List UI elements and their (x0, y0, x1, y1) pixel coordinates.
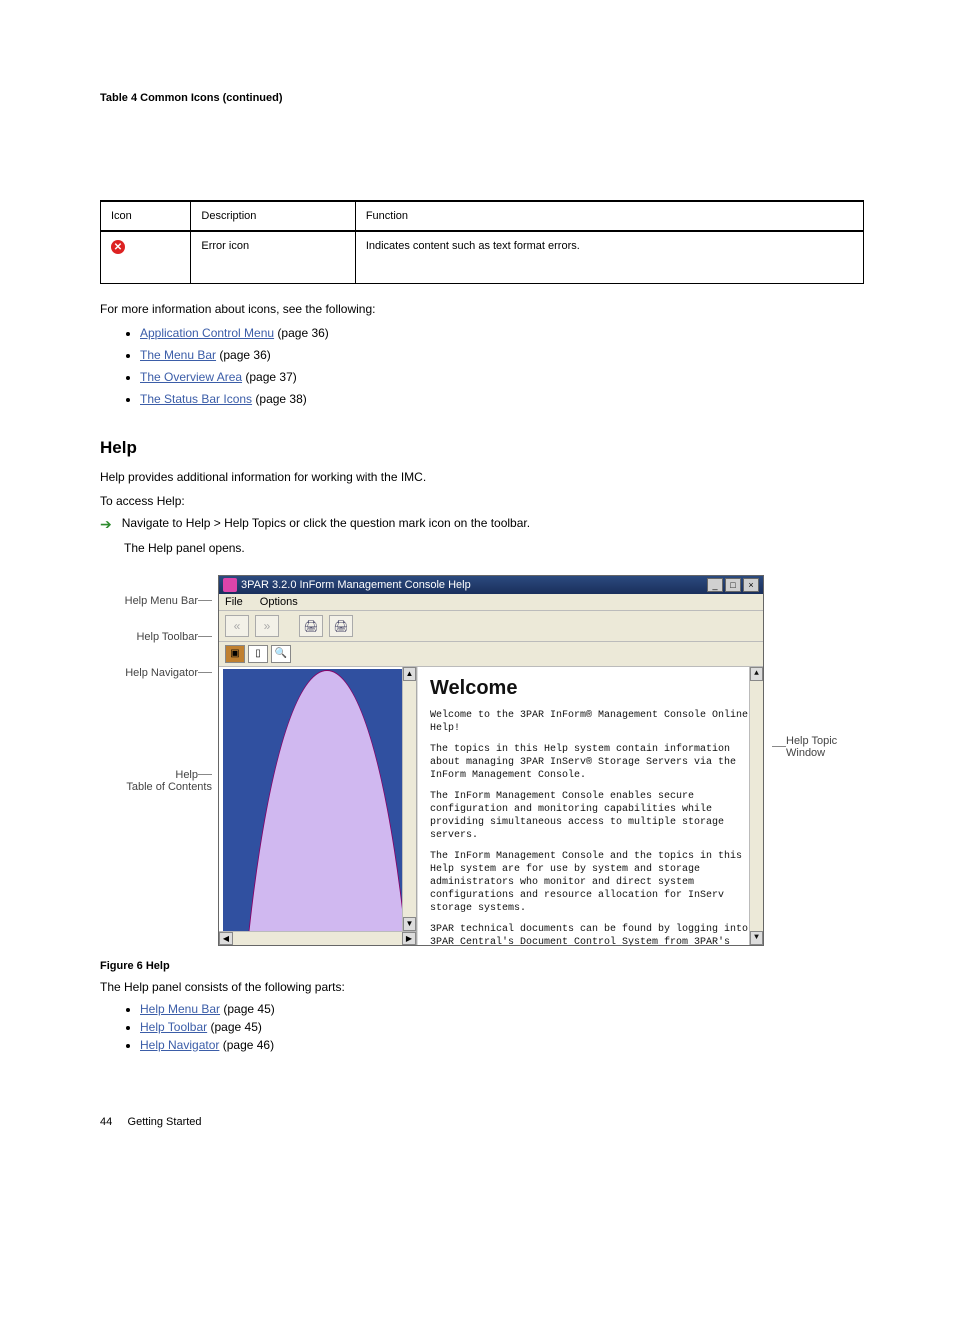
scroll-up-icon[interactable]: ▲ (750, 667, 763, 681)
link-overview-area[interactable]: The Overview Area (140, 370, 242, 384)
help-parts-list: Help Menu Bar (page 45) Help Toolbar (pa… (140, 1002, 864, 1052)
help-content-heading: Welcome (430, 675, 751, 701)
app-icon (223, 578, 237, 592)
scroll-left-icon[interactable]: ◀ (219, 932, 233, 945)
search-tab[interactable]: 🔍 (271, 645, 291, 663)
callout-help-navigator: Help Navigator (125, 667, 198, 679)
print-all-button[interactable]: 🖨 (329, 615, 353, 637)
scroll-right-icon[interactable]: ▶ (402, 932, 416, 945)
maximize-button[interactable]: □ (725, 578, 741, 592)
scroll-down-icon[interactable]: ▼ (750, 931, 763, 945)
help-parts-intro: The Help panel consists of the following… (100, 978, 864, 996)
table-row: ✕ Error icon Indicates content such as t… (101, 231, 864, 283)
help-figure: Help Menu Bar Help Toolbar Help Navigato… (100, 575, 864, 946)
col-func: Function (355, 201, 863, 231)
toc-hscrollbar[interactable]: ◀ ▶ (219, 931, 416, 945)
icons-links-list: Application Control Menu (page 36) The M… (140, 324, 864, 408)
page-icon (231, 670, 417, 945)
menu-file[interactable]: File (225, 596, 243, 608)
page-number: 44 (100, 1116, 112, 1128)
help-section-title: Help (100, 438, 864, 458)
link-status-bar-icons[interactable]: The Status Bar Icons (140, 392, 252, 406)
forward-button[interactable]: » (255, 615, 279, 637)
callout-help-toc-1: Help (175, 769, 198, 781)
callout-help-topic-2: Window (786, 747, 837, 759)
help-content-p4: The InForm Management Console and the to… (430, 850, 751, 915)
print-button[interactable]: 🖨 (299, 615, 323, 637)
help-step: Navigate to Help > Help Topics or click … (122, 516, 530, 530)
link-help-menu-bar[interactable]: Help Menu Bar (140, 1002, 220, 1016)
page-footer: 44 Getting Started (100, 1116, 864, 1128)
list-item: Help Toolbar (page 45) (140, 1020, 864, 1034)
list-item: The Overview Area (page 37) (140, 368, 864, 386)
list-item: Help Menu Bar (page 45) (140, 1002, 864, 1016)
list-item: Application Control Menu (page 36) (140, 324, 864, 342)
help-content-p3: The InForm Management Console enables se… (430, 790, 751, 842)
toc-scrollbar[interactable]: ▲ ▼ (402, 667, 416, 945)
help-navigator-tabs: ▣ ▯ 🔍 (219, 642, 763, 667)
link-help-toolbar[interactable]: Help Toolbar (140, 1020, 207, 1034)
col-icon: Icon (101, 201, 191, 231)
help-p1: Help provides additional information for… (100, 468, 864, 486)
toc-welcome[interactable]: Welcome (223, 669, 416, 945)
callout-help-topic-1: Help Topic (786, 735, 837, 747)
help-content-p2: The topics in this Help system contain i… (430, 743, 751, 782)
minimize-button[interactable]: _ (707, 578, 723, 592)
footer-section: Getting Started (128, 1116, 202, 1128)
menu-options[interactable]: Options (260, 596, 298, 608)
help-p2: To access Help: (100, 492, 864, 510)
scroll-down-icon[interactable]: ▼ (403, 917, 416, 931)
callout-help-toc-2: Table of Contents (126, 781, 212, 793)
scroll-up-icon[interactable]: ▲ (403, 667, 416, 681)
close-button[interactable]: × (743, 578, 759, 592)
row-desc: Error icon (191, 231, 355, 283)
window-title: 3PAR 3.2.0 InForm Management Console Hel… (241, 579, 471, 591)
list-item: The Status Bar Icons (page 38) (140, 390, 864, 408)
help-content-p5: 3PAR technical documents can be found by… (430, 923, 751, 945)
window-titlebar: 3PAR 3.2.0 InForm Management Console Hel… (219, 576, 763, 594)
help-window: 3PAR 3.2.0 InForm Management Console Hel… (218, 575, 764, 946)
step-arrow-icon: ➔ (100, 516, 112, 533)
icons-more-info: For more information about icons, see th… (100, 300, 864, 318)
help-toc-pane: Welcome Working with the Interface +Comp… (219, 667, 417, 945)
link-app-control-menu[interactable]: Application Control Menu (140, 326, 274, 340)
content-scrollbar[interactable]: ▲ ▼ (749, 667, 763, 945)
figure-caption: Figure 6 Help (100, 960, 864, 972)
help-toolbar: « » 🖨 🖨 (219, 611, 763, 642)
icons-table: Icon Description Function ✕ Error icon I… (100, 200, 864, 284)
error-icon: ✕ (111, 240, 125, 254)
help-topic-pane: Welcome Welcome to the 3PAR InForm® Mana… (417, 667, 763, 945)
row-func: Indicates content such as text format er… (355, 231, 863, 283)
list-item: The Menu Bar (page 36) (140, 346, 864, 364)
callout-help-toolbar: Help Toolbar (136, 631, 198, 643)
help-content-p1: Welcome to the 3PAR InForm® Management C… (430, 709, 751, 735)
link-menu-bar[interactable]: The Menu Bar (140, 348, 216, 362)
callout-help-menu-bar: Help Menu Bar (125, 595, 198, 607)
toc-tab[interactable]: ▣ (225, 645, 245, 663)
list-item: Help Navigator (page 46) (140, 1038, 864, 1052)
link-help-navigator[interactable]: Help Navigator (140, 1038, 219, 1052)
back-button[interactable]: « (225, 615, 249, 637)
index-tab[interactable]: ▯ (248, 645, 268, 663)
help-step-result: The Help panel opens. (124, 539, 864, 557)
help-menubar: File Options (219, 594, 763, 611)
table-caption: Table 4 Common Icons (continued) (100, 92, 864, 104)
col-desc: Description (191, 201, 355, 231)
